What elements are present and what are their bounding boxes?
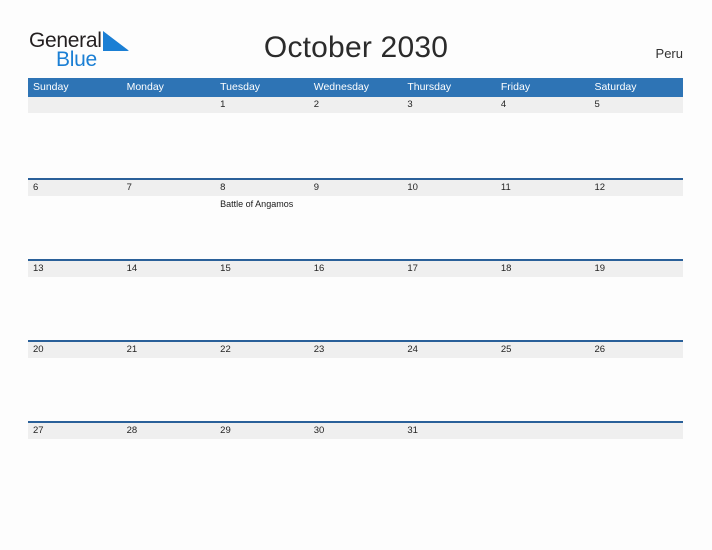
- day-cell[interactable]: 24: [402, 342, 496, 421]
- day-cell-empty: [589, 423, 683, 502]
- day-number: 2: [313, 99, 320, 110]
- week-cells: 20 21 22 23 24 25 26: [28, 342, 683, 421]
- day-cell[interactable]: 20: [28, 342, 122, 421]
- page-title: October 2030: [263, 31, 449, 64]
- day-event-label: Battle of Angamos: [220, 199, 294, 209]
- region-label: Peru: [655, 46, 683, 61]
- weekday-header-row: Sunday Monday Tuesday Wednesday Thursday…: [28, 78, 683, 97]
- day-cell[interactable]: 16: [309, 261, 403, 340]
- weekday-header-saturday: Saturday: [594, 81, 637, 93]
- day-number: 9: [313, 182, 320, 193]
- day-cell[interactable]: 12: [589, 180, 683, 259]
- day-cell[interactable]: 11: [496, 180, 590, 259]
- day-cell[interactable]: 1: [215, 97, 309, 178]
- weekday-header-monday: Monday: [126, 81, 164, 93]
- weekday-header-wednesday: Wednesday: [313, 81, 369, 93]
- calendar-week-row: 1 2 3 4 5: [28, 97, 683, 178]
- calendar-week-row: 27 28 29 30 31: [28, 421, 683, 502]
- day-cell[interactable]: 18: [496, 261, 590, 340]
- day-cell[interactable]: 9: [309, 180, 403, 259]
- day-number: 7: [126, 182, 132, 193]
- weekday-header-thursday: Thursday: [407, 81, 452, 93]
- day-cell[interactable]: 31: [402, 423, 496, 502]
- day-number: 28: [126, 425, 138, 436]
- week-cells: 13 14 15 16 17 18 19: [28, 261, 683, 340]
- calendar-week-row: 20 21 22 23 24 25 26: [28, 340, 683, 421]
- day-number: 5: [594, 99, 600, 110]
- day-cell-empty: [122, 97, 216, 178]
- day-cell[interactable]: 22: [215, 342, 309, 421]
- day-number: 24: [407, 344, 418, 355]
- day-number: 1: [220, 99, 226, 110]
- day-number: 31: [407, 425, 418, 436]
- day-cell[interactable]: 13: [28, 261, 122, 340]
- day-number: 21: [126, 344, 138, 355]
- calendar-week-row: 13 14 15 16 17 18 19: [28, 259, 683, 340]
- day-number: 6: [33, 182, 39, 193]
- day-cell[interactable]: 2: [309, 97, 403, 178]
- day-cell[interactable]: 29: [215, 423, 309, 502]
- calendar-weeks: 1 2 3 4 5 6 7 8 Battle of Angamos 9 10 11 12 13 14 15 16…: [28, 97, 683, 502]
- day-number: 18: [500, 263, 512, 274]
- day-number: 13: [33, 263, 44, 274]
- week-cells: 1 2 3 4 5: [28, 97, 683, 178]
- day-cell[interactable]: 10: [402, 180, 496, 259]
- day-cell[interactable]: 14: [122, 261, 216, 340]
- weekday-header-friday: Friday: [500, 81, 531, 93]
- day-number: 12: [594, 182, 606, 193]
- day-cell[interactable]: 27: [28, 423, 122, 502]
- day-cell-empty: [28, 97, 122, 178]
- day-events: Battle of Angamos: [220, 198, 309, 210]
- day-cell[interactable]: 6: [28, 180, 122, 259]
- weekday-header-tuesday: Tuesday: [220, 81, 261, 93]
- day-number: 27: [33, 425, 44, 436]
- day-cell[interactable]: 30: [309, 423, 403, 502]
- week-cells: 27 28 29 30 31: [28, 423, 683, 502]
- day-cell[interactable]: 15: [215, 261, 309, 340]
- day-cell[interactable]: 21: [122, 342, 216, 421]
- day-number: 17: [407, 263, 418, 274]
- day-cell[interactable]: 25: [496, 342, 590, 421]
- calendar-grid: Sunday Monday Tuesday Wednesday Thursday…: [28, 78, 683, 502]
- week-cells: 6 7 8 Battle of Angamos 9 10 11 12: [28, 180, 683, 259]
- day-number: 16: [313, 263, 325, 274]
- day-number: 14: [126, 263, 138, 274]
- day-cell[interactable]: 7: [122, 180, 216, 259]
- day-number: 15: [220, 263, 231, 274]
- day-number: 4: [500, 99, 507, 110]
- day-number: 8: [220, 182, 226, 193]
- day-cell[interactable]: 4: [496, 97, 590, 178]
- day-cell[interactable]: 3: [402, 97, 496, 178]
- day-number: 26: [594, 344, 606, 355]
- day-cell[interactable]: 5: [589, 97, 683, 178]
- day-cell[interactable]: 8 Battle of Angamos: [215, 180, 309, 259]
- day-number: 19: [594, 263, 606, 274]
- day-number: 30: [313, 425, 325, 436]
- day-number: 10: [407, 182, 418, 193]
- weekday-header-sunday: Sunday: [33, 81, 69, 93]
- day-cell[interactable]: 26: [589, 342, 683, 421]
- day-number: 23: [313, 344, 325, 355]
- day-number: 25: [500, 344, 512, 355]
- day-cell[interactable]: 19: [589, 261, 683, 340]
- day-cell-empty: [496, 423, 590, 502]
- day-cell[interactable]: 17: [402, 261, 496, 340]
- day-cell[interactable]: 28: [122, 423, 216, 502]
- page-header: General Blue October 2030 Peru: [0, 0, 712, 78]
- day-number: 20: [33, 344, 44, 355]
- calendar-week-row: 6 7 8 Battle of Angamos 9 10 11 12: [28, 178, 683, 259]
- day-number: 29: [220, 425, 231, 436]
- day-number: 22: [220, 344, 231, 355]
- day-number: 11: [500, 182, 511, 193]
- day-number: 3: [407, 99, 413, 110]
- day-cell[interactable]: 23: [309, 342, 403, 421]
